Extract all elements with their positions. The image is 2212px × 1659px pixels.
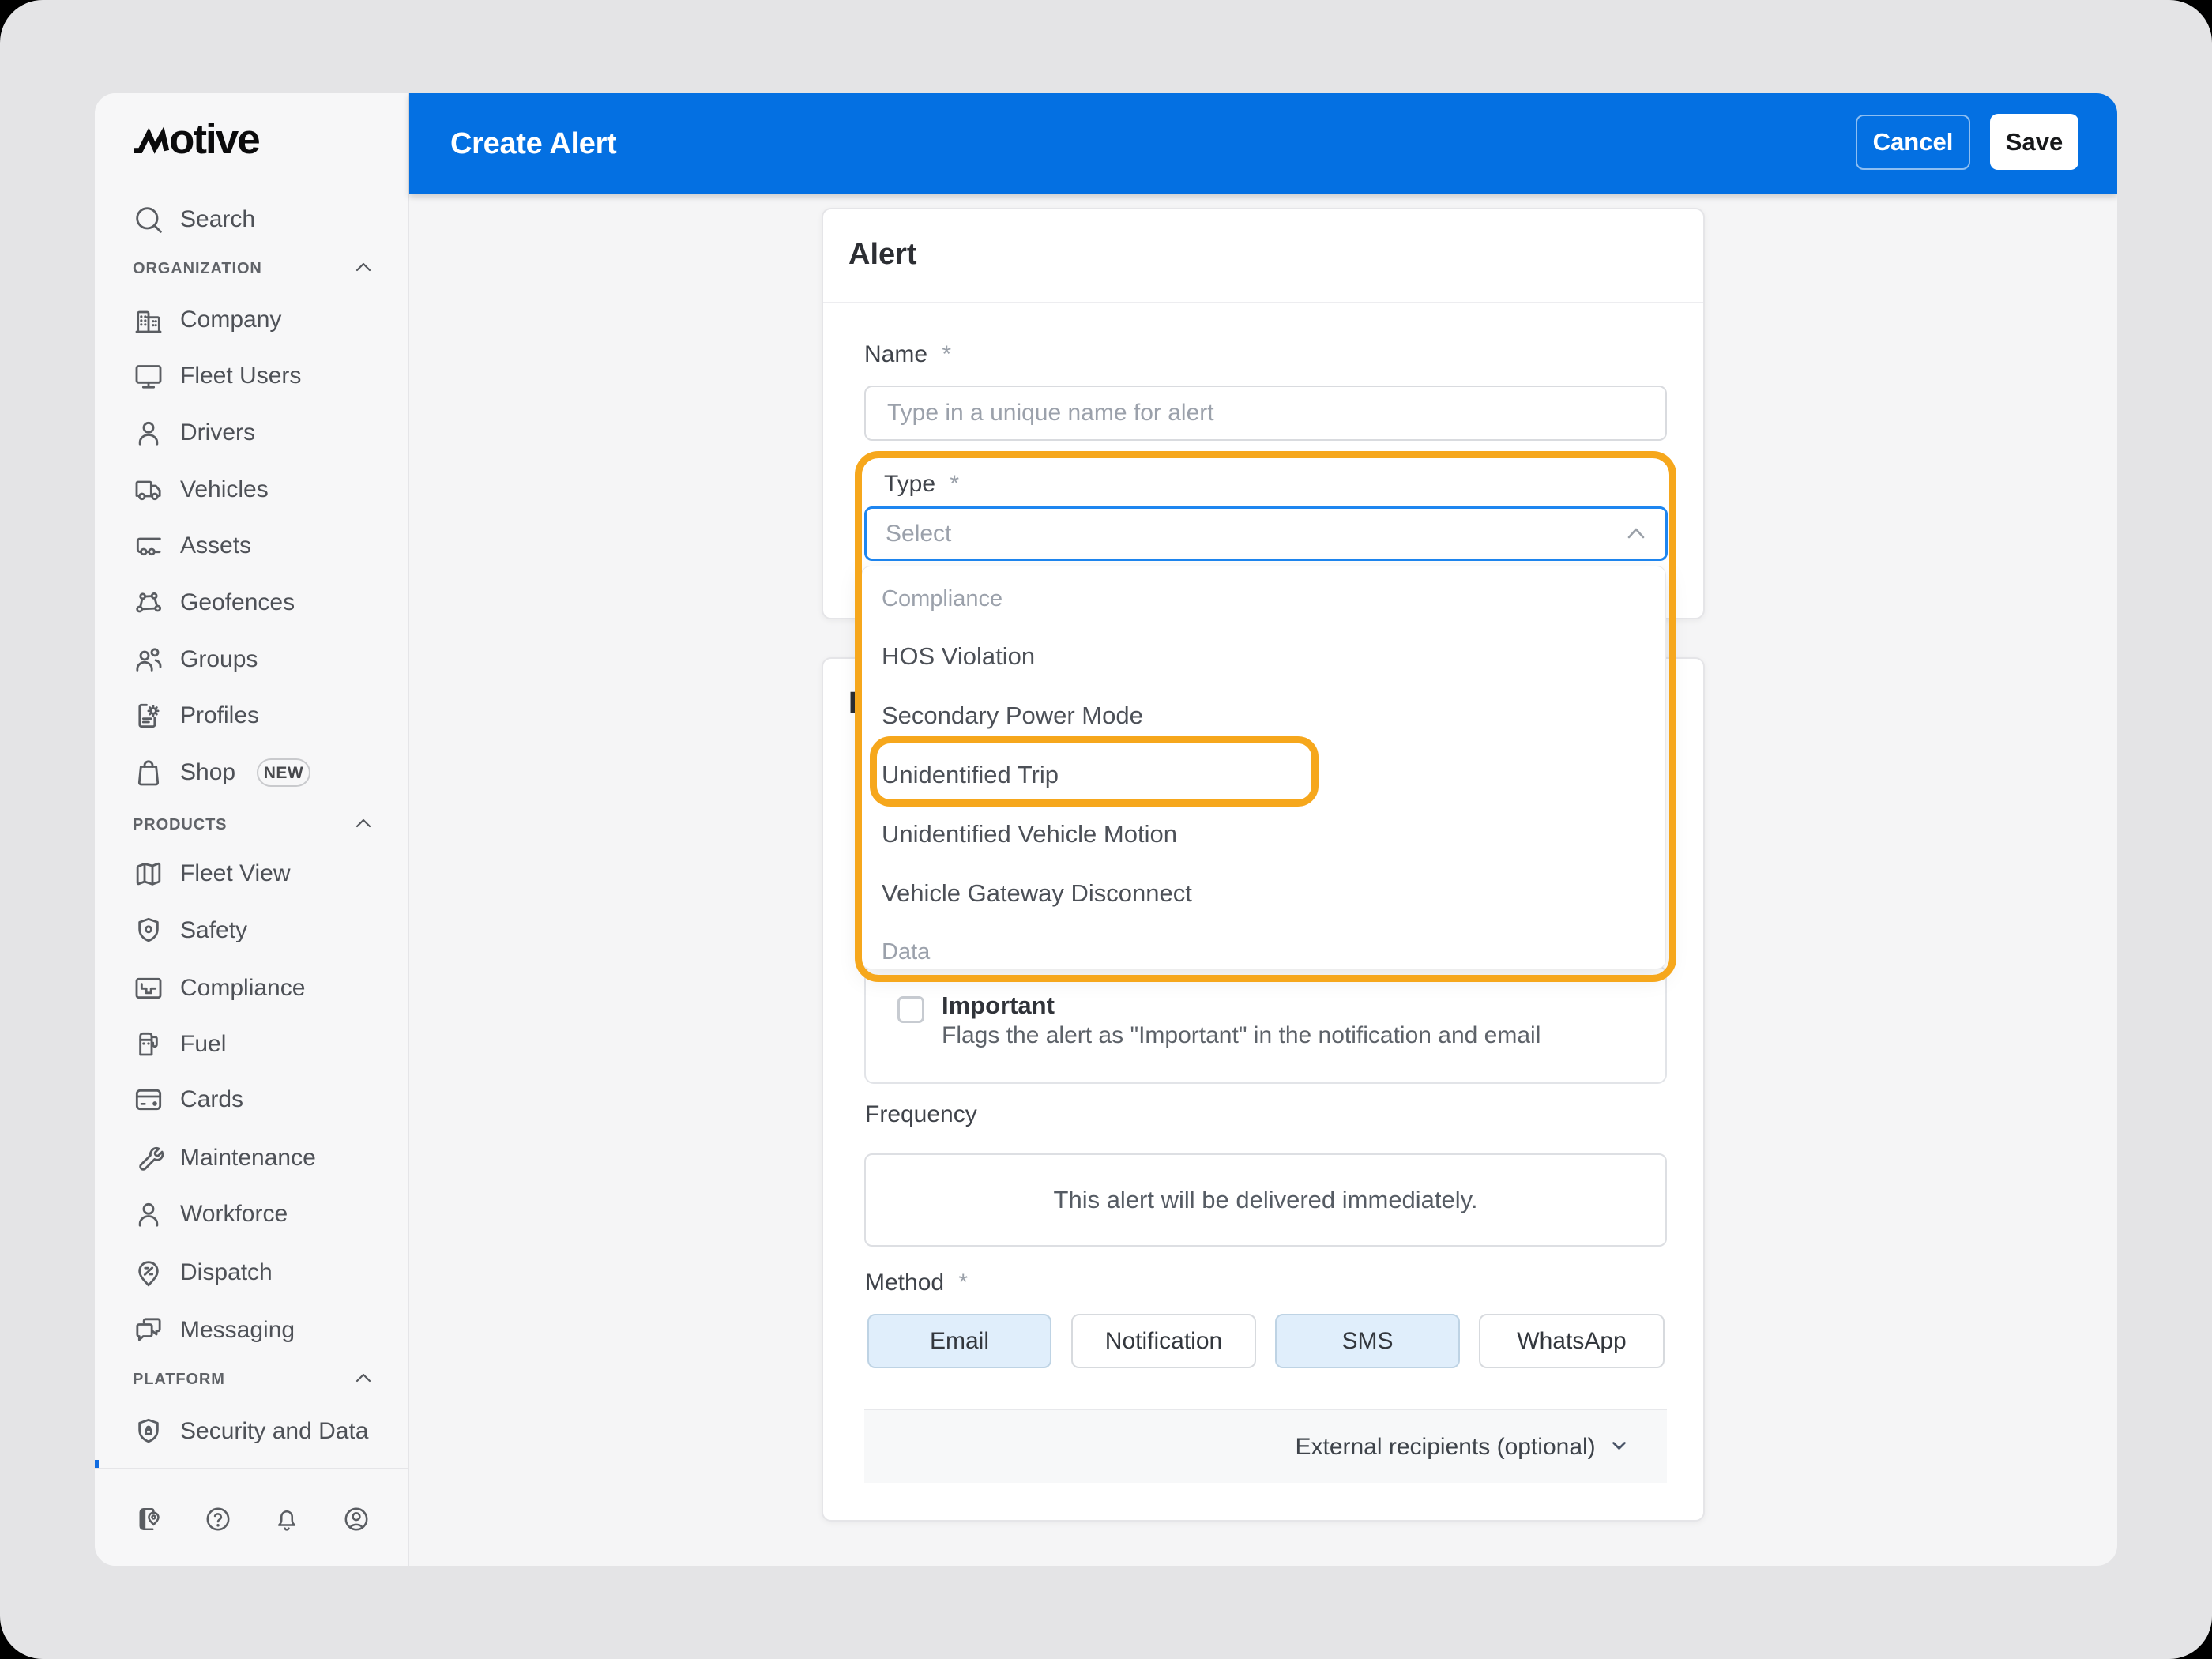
svg-text:otive: otive xyxy=(169,123,259,155)
